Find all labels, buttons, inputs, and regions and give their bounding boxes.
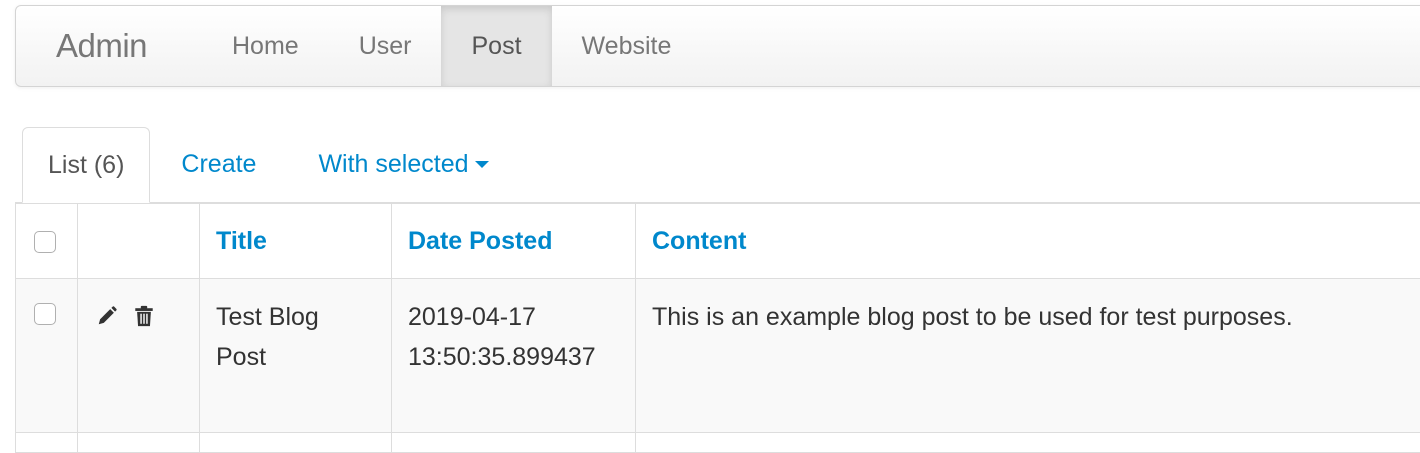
with-selected-label: With selected (318, 150, 468, 179)
table-row: Test Blog Post 2019-04-17 13:50:35.89943… (16, 279, 1420, 433)
table-header-row: Title Date Posted Content (16, 204, 1420, 279)
column-header-date-posted[interactable]: Date Posted (392, 204, 636, 279)
row-cell (392, 433, 636, 453)
nav-item-post[interactable]: Post (441, 6, 551, 86)
row-checkbox[interactable] (34, 303, 56, 325)
post-list-table: Title Date Posted Content (15, 203, 1420, 453)
row-cell (636, 433, 1420, 453)
cell-title: Test Blog Post (200, 279, 392, 433)
navbar: Admin Home User Post Website (15, 5, 1420, 87)
pencil-icon[interactable] (96, 305, 118, 327)
select-all-checkbox[interactable] (34, 231, 56, 253)
actions-header (78, 204, 200, 279)
table-row (16, 433, 1420, 453)
column-header-title[interactable]: Title (200, 204, 392, 279)
brand-title[interactable]: Admin (16, 6, 202, 86)
tab-with-selected[interactable]: With selected (287, 127, 519, 202)
cell-date-posted: 2019-04-17 13:50:35.899437 (392, 279, 636, 433)
row-cell (200, 433, 392, 453)
tab-create[interactable]: Create (150, 127, 287, 202)
nav-item-website[interactable]: Website (552, 6, 702, 86)
cell-content: This is an example blog post to be used … (636, 279, 1420, 433)
row-cell (78, 433, 200, 453)
column-header-content[interactable]: Content (636, 204, 1420, 279)
tab-list[interactable]: List (6) (22, 127, 150, 203)
action-tabs: List (6) Create With selected (15, 128, 1420, 203)
caret-down-icon (475, 161, 489, 168)
row-select-cell (16, 279, 78, 433)
row-cell (16, 433, 78, 453)
nav-item-user[interactable]: User (329, 6, 442, 86)
select-all-cell (16, 204, 78, 279)
nav-item-home[interactable]: Home (202, 6, 329, 86)
trash-icon[interactable] (133, 305, 155, 327)
row-actions-cell (78, 279, 200, 433)
